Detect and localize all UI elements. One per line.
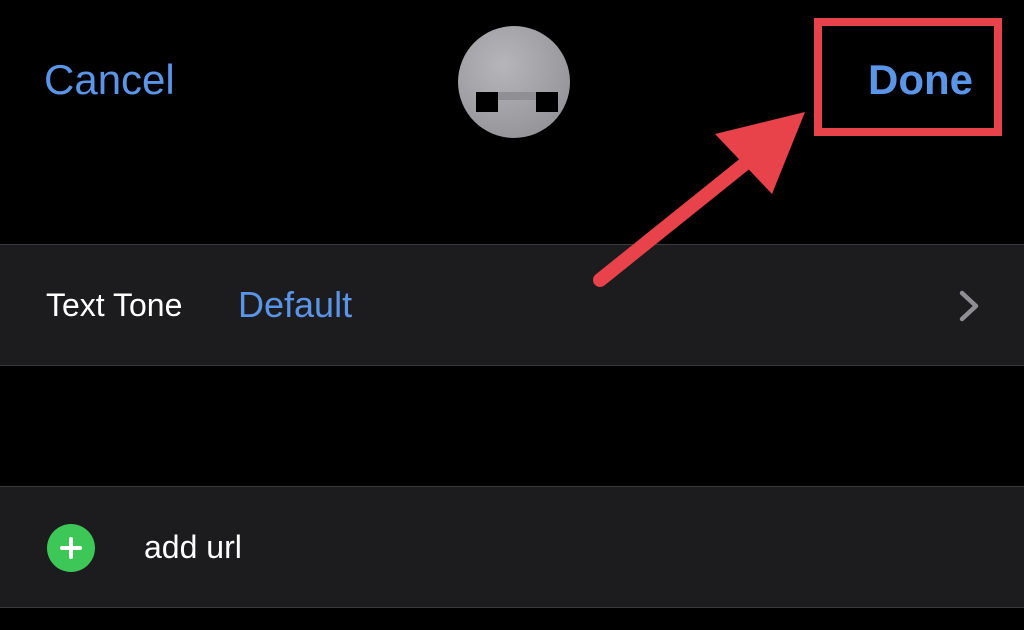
- done-highlight-box: [814, 18, 1002, 136]
- avatar-mask-mid: [498, 92, 536, 100]
- plus-circle-icon[interactable]: [47, 524, 95, 572]
- text-tone-value: Default: [238, 284, 353, 325]
- add-url-row[interactable]: add url: [0, 486, 1024, 608]
- contact-avatar[interactable]: [458, 26, 570, 138]
- text-tone-row[interactable]: Text Tone Default: [0, 244, 1024, 366]
- add-url-label: add url: [144, 529, 242, 565]
- avatar-mask-left: [476, 92, 498, 112]
- text-tone-label: Text Tone: [46, 287, 183, 323]
- avatar-mask-right: [536, 92, 558, 112]
- cancel-button[interactable]: Cancel: [44, 54, 175, 106]
- chevron-right-icon: [959, 290, 979, 322]
